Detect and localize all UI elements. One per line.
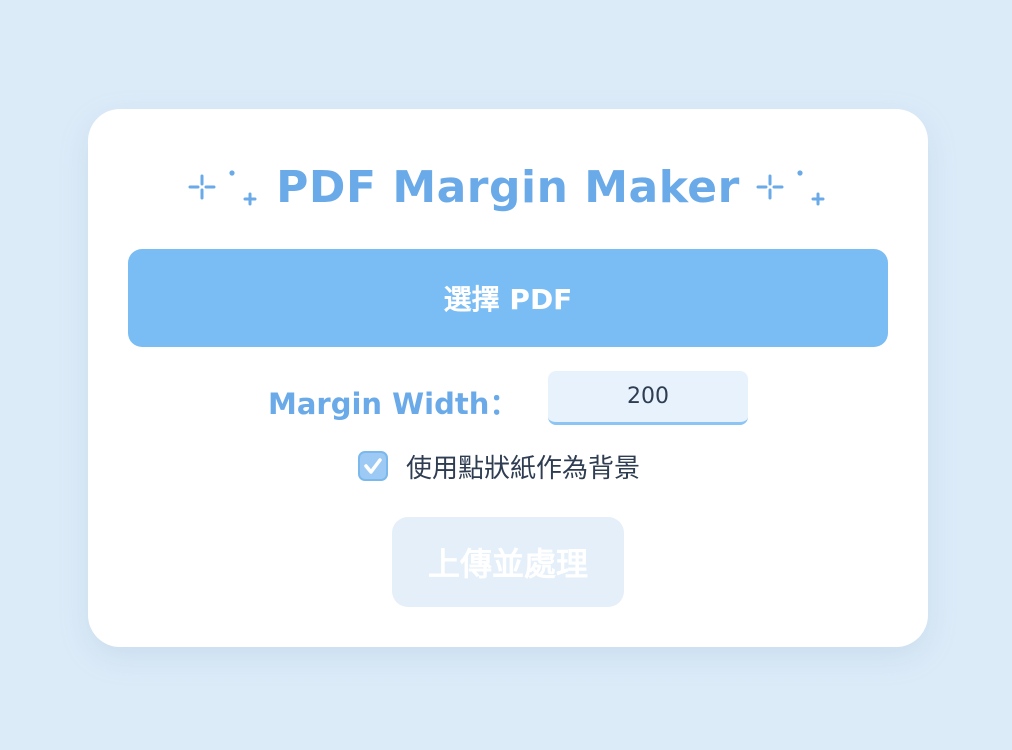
dotted-background-label: 使用點狀紙作為背景 <box>406 453 641 484</box>
dotted-background-checkbox[interactable] <box>358 451 388 481</box>
margin-width-row: Margin Width： <box>88 371 928 425</box>
margin-width-label: Margin Width： <box>268 387 519 421</box>
sparkle-left-icon <box>188 170 257 206</box>
title-row: PDF Margin Maker <box>88 161 928 213</box>
sparkle-right-icon <box>756 170 825 206</box>
main-card: PDF Margin Maker 選擇 PDF Margin Width： 使用… <box>88 109 928 647</box>
choose-pdf-label: 選擇 PDF <box>443 283 573 316</box>
checkmark-icon <box>364 458 382 474</box>
margin-width-input[interactable] <box>548 371 748 425</box>
choose-pdf-button[interactable]: 選擇 PDF <box>128 249 888 347</box>
dotted-background-option: 使用點狀紙作為背景 <box>358 449 641 484</box>
upload-process-label: 上傳並處理 <box>427 545 588 583</box>
app-title: PDF Margin Maker <box>276 161 740 213</box>
upload-process-button[interactable]: 上傳並處理 <box>392 517 624 607</box>
